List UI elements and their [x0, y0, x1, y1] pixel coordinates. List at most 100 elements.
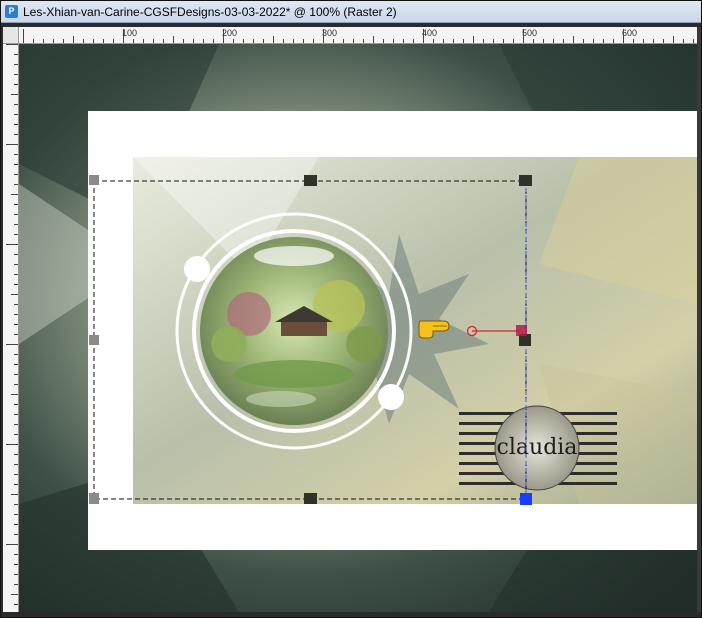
ruler-tick: [14, 324, 18, 325]
ruler-tick: [163, 39, 164, 43]
ruler-tick: [563, 39, 564, 43]
ruler-tick: [6, 444, 18, 445]
ruler-tick: [14, 204, 18, 205]
ruler-tick: [83, 39, 84, 43]
ruler-tick: [14, 184, 18, 185]
ruler-tick: [683, 39, 684, 43]
ruler-tick: [14, 554, 18, 555]
ruler-tick: [503, 39, 504, 43]
vertical-ruler[interactable]: [3, 44, 19, 612]
ruler-tick: [293, 39, 294, 43]
ruler-tick: [14, 284, 18, 285]
ruler-label: 400: [422, 28, 438, 38]
watermark-text: claudia: [497, 435, 578, 460]
ruler-tick: [11, 394, 18, 395]
corner-handle[interactable]: [519, 175, 532, 186]
ruler-tick: [6, 544, 18, 545]
ruler-tick: [523, 29, 524, 43]
corner-handle[interactable]: [89, 493, 99, 504]
ruler-tick: [14, 354, 18, 355]
ruler-tick: [603, 39, 604, 43]
ruler-tick: [14, 484, 18, 485]
ruler-tick: [14, 454, 18, 455]
ruler-tick: [14, 314, 18, 315]
ruler-tick: [593, 39, 594, 43]
ruler-tick: [633, 39, 634, 43]
ruler-tick: [103, 39, 104, 43]
ruler-tick: [14, 474, 18, 475]
ruler-tick: [14, 514, 18, 515]
ruler-tick: [11, 194, 18, 195]
ruler-tick: [203, 39, 204, 43]
ruler-tick: [263, 39, 264, 43]
ruler-tick: [613, 39, 614, 43]
ruler-tick: [11, 294, 18, 295]
ruler-label: 200: [222, 28, 238, 38]
ruler-tick: [14, 564, 18, 565]
app-window: P Les-Xhian-van-Carine-CGSFDesigns-03-03…: [0, 0, 702, 618]
ruler-tick: [643, 39, 644, 43]
ruler-tick: [143, 39, 144, 43]
ruler-tick: [253, 39, 254, 43]
ruler-tick: [673, 36, 674, 43]
ruler-tick: [14, 234, 18, 235]
ruler-tick: [413, 39, 414, 43]
ruler-tick: [313, 39, 314, 43]
ruler-tick: [14, 174, 18, 175]
edge-handle[interactable]: [89, 335, 99, 345]
ruler-tick: [33, 39, 34, 43]
ruler-tick: [663, 39, 664, 43]
pivot-marker[interactable]: [516, 325, 527, 336]
ruler-label: 500: [522, 28, 538, 38]
ruler-tick: [573, 36, 574, 43]
ruler-tick: [233, 39, 234, 43]
corner-handle[interactable]: [89, 175, 99, 185]
ruler-tick: [43, 39, 44, 43]
ruler-tick: [6, 344, 18, 345]
ruler-tick: [14, 464, 18, 465]
ruler-tick: [14, 154, 18, 155]
ruler-tick: [393, 39, 394, 43]
ruler-tick: [14, 424, 18, 425]
ruler-tick: [693, 39, 694, 43]
ruler-tick: [14, 84, 18, 85]
ruler-tick: [433, 39, 434, 43]
ruler-corner: [3, 27, 19, 44]
ruler-tick: [6, 144, 18, 145]
ruler-tick: [533, 39, 534, 43]
ruler-tick: [303, 39, 304, 43]
ruler-tick: [14, 274, 18, 275]
title-bar[interactable]: P Les-Xhian-van-Carine-CGSFDesigns-03-03…: [1, 1, 701, 23]
ruler-tick: [283, 39, 284, 43]
ruler-label: 300: [322, 28, 338, 38]
ruler-tick: [363, 39, 364, 43]
image-canvas[interactable]: claudia: [19, 44, 697, 612]
ruler-tick: [11, 94, 18, 95]
ruler-tick: [14, 584, 18, 585]
ruler-tick: [443, 39, 444, 43]
ruler-tick: [14, 254, 18, 255]
ring-dot: [184, 256, 210, 282]
ruler-tick: [183, 39, 184, 43]
ruler-tick: [273, 36, 274, 43]
ruler-tick: [14, 334, 18, 335]
anchor-handle[interactable]: [520, 493, 532, 505]
ruler-tick: [14, 304, 18, 305]
ruler-tick: [623, 29, 624, 43]
edge-handle[interactable]: [304, 493, 317, 504]
ruler-tick: [133, 39, 134, 43]
ruler-tick: [23, 29, 24, 43]
ruler-tick: [14, 384, 18, 385]
ruler-tick: [333, 39, 334, 43]
ruler-tick: [6, 44, 18, 45]
ruler-tick: [14, 374, 18, 375]
vertical-scrollbar[interactable]: [697, 27, 701, 612]
horizontal-ruler[interactable]: 100 200 300 400 500 600: [19, 27, 697, 44]
ruler-tick: [113, 39, 114, 43]
ruler-tick: [403, 39, 404, 43]
ruler-tick: [463, 39, 464, 43]
ruler-tick: [373, 36, 374, 43]
edge-handle[interactable]: [304, 175, 317, 186]
ruler-tick: [653, 39, 654, 43]
ruler-tick: [213, 39, 214, 43]
